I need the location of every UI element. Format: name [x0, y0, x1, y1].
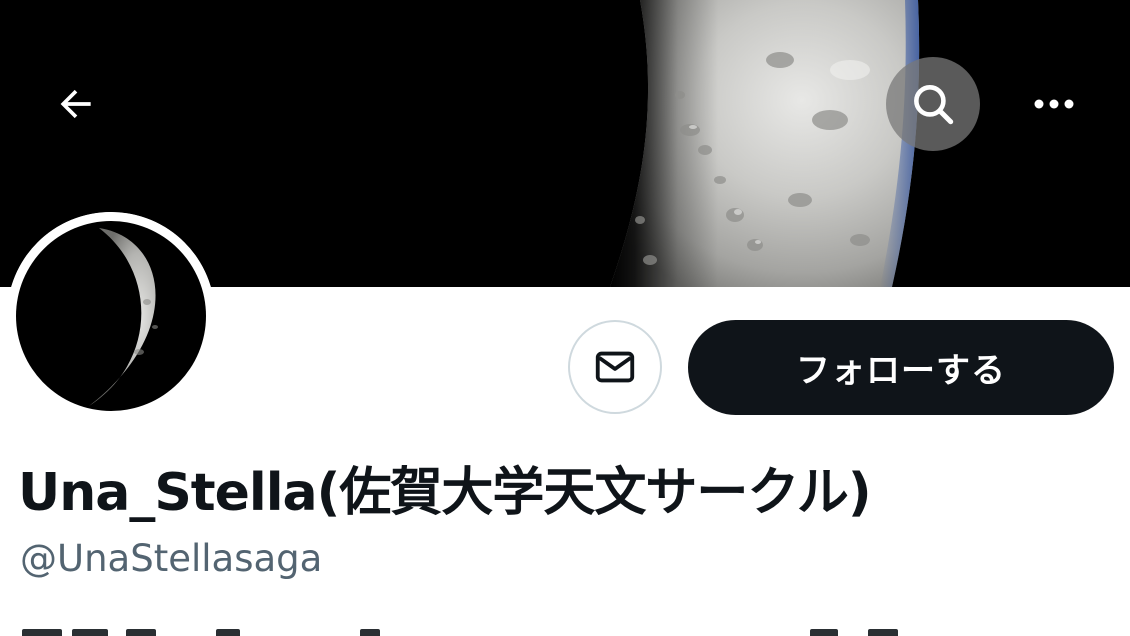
avatar-moon-image: [7, 212, 215, 420]
search-button[interactable]: [886, 57, 980, 151]
mail-icon: [595, 351, 635, 383]
arrow-left-icon: [60, 89, 91, 119]
follow-button[interactable]: フォローする: [688, 320, 1114, 415]
profile-display-name: Una_Stella(佐賀大学天文サークル): [18, 463, 872, 523]
profile-handle: @UnaStellasaga: [20, 537, 323, 580]
message-button[interactable]: [568, 320, 662, 414]
more-options-button[interactable]: [1010, 70, 1098, 138]
back-button[interactable]: [40, 68, 112, 140]
search-icon: [914, 85, 954, 125]
profile-avatar[interactable]: [7, 212, 215, 420]
more-horizontal-icon: [1034, 99, 1074, 109]
profile-page: フォローする Una_Stella(佐賀大学天文サークル) @UnaStella…: [0, 0, 1130, 636]
profile-bio-cutoff: [0, 626, 1130, 636]
follow-button-label: フォローする: [796, 351, 1006, 391]
